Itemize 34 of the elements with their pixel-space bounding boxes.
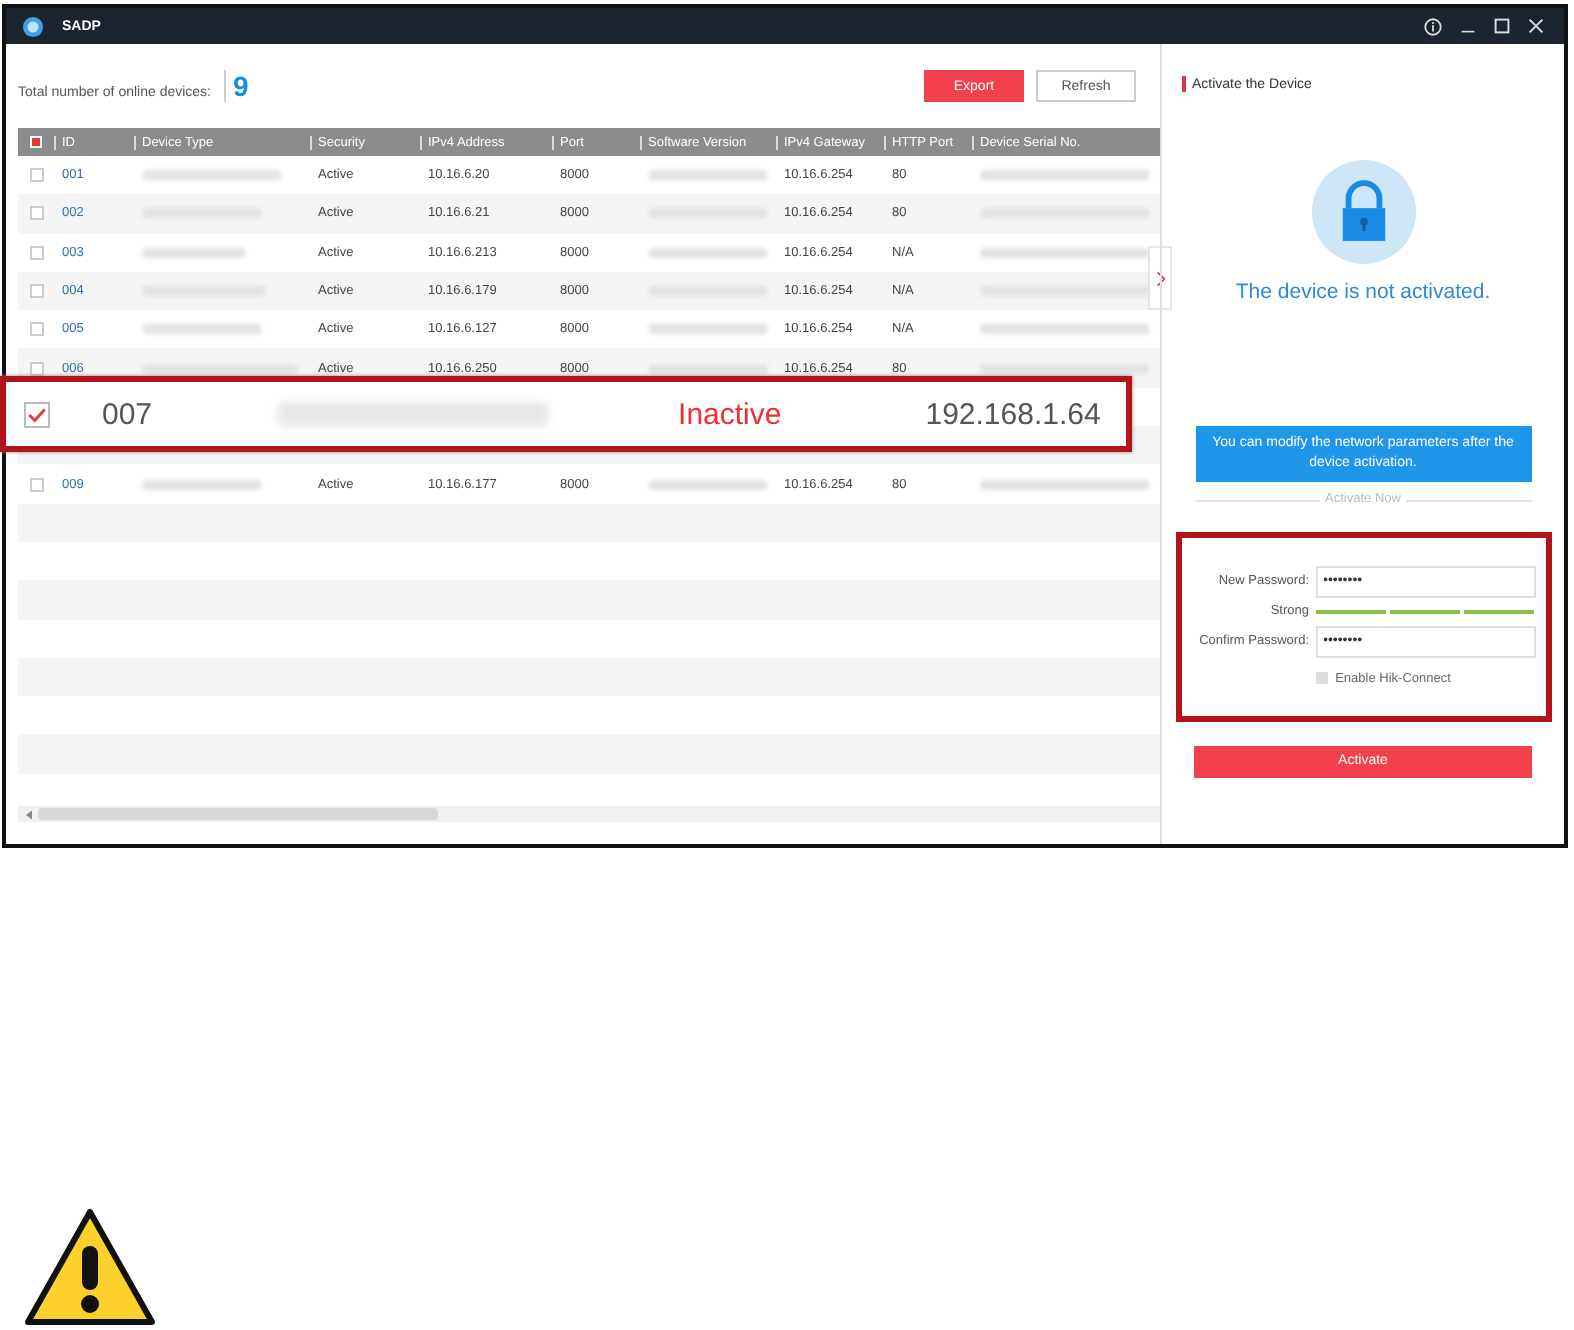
row-checkbox[interactable] — [29, 206, 43, 221]
maximize-icon[interactable] — [1494, 18, 1510, 34]
row-checkbox[interactable] — [24, 401, 50, 427]
row-checkbox[interactable] — [29, 477, 43, 492]
table-cell: 007 — [102, 397, 153, 431]
redacted-text — [648, 170, 768, 181]
row-checkbox[interactable] — [29, 361, 43, 376]
redacted-text — [142, 479, 262, 490]
redacted-text — [648, 247, 768, 258]
scrollbar-thumb[interactable] — [38, 808, 438, 821]
hik-connect-checkbox[interactable] — [1315, 672, 1328, 685]
device-count: 9 — [223, 70, 249, 102]
row-checkbox[interactable] — [29, 284, 43, 299]
padlock-icon — [1309, 158, 1417, 266]
row-checkbox[interactable] — [29, 245, 43, 260]
row-checkbox[interactable] — [29, 322, 43, 337]
collapse-panel-button[interactable] — [1148, 246, 1172, 310]
redacted-text — [648, 479, 768, 490]
row-checkbox[interactable] — [29, 168, 43, 183]
warning-icon — [22, 1206, 158, 1330]
scroll-left-icon[interactable] — [26, 809, 32, 820]
chevron-right-icon — [1155, 269, 1165, 287]
table-cell: Inactive — [678, 397, 782, 431]
redacted-text — [142, 247, 246, 258]
redacted-text — [142, 170, 282, 181]
select-all-checkbox[interactable] — [30, 136, 42, 148]
table-cell: 192.168.1.64 — [925, 397, 1101, 431]
redacted-text — [142, 324, 262, 335]
activation-status: The device is not activated. — [1235, 280, 1491, 304]
info-icon[interactable] — [1424, 17, 1442, 35]
redacted-text — [648, 324, 768, 335]
close-icon[interactable] — [1528, 18, 1544, 34]
redacted-text — [648, 363, 768, 374]
app-logo-icon — [22, 15, 44, 37]
